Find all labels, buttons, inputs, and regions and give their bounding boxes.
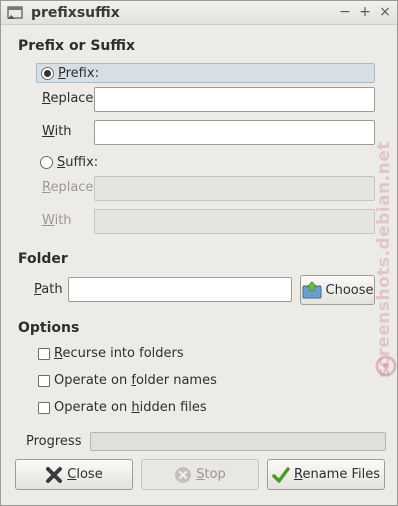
suffix-with-label-text: ith bbox=[54, 213, 72, 228]
prefixsuffix-window: prefixsuffix − + × Prefix or Suffix Pref… bbox=[0, 0, 398, 506]
window-app-icon bbox=[7, 6, 23, 24]
prefix-replace-label-text: eplace bbox=[50, 91, 94, 106]
prefix-radio-label: Prefix: bbox=[58, 65, 99, 81]
prefix-with-input[interactable] bbox=[94, 120, 375, 145]
rename-files-button[interactable]: Rename Files bbox=[267, 459, 385, 490]
stop-button-label: Stop bbox=[196, 467, 226, 482]
watermark-text: screenshots.debian.net bbox=[374, 141, 394, 378]
window-title: prefixsuffix bbox=[31, 5, 120, 21]
prefix-with-label-text: ith bbox=[54, 124, 72, 139]
close-window-button[interactable]: × bbox=[377, 4, 393, 20]
recurse-checkbox[interactable] bbox=[38, 347, 50, 360]
stop-button-label-text: top bbox=[204, 467, 226, 482]
suffix-with-input bbox=[94, 209, 375, 234]
recurse-label-text: ecurse into folders bbox=[62, 346, 184, 361]
progress-bar bbox=[90, 432, 386, 451]
close-button-label: Close bbox=[67, 467, 103, 482]
choose-button[interactable]: Choose bbox=[300, 275, 375, 305]
prefix-suffix-heading: Prefix or Suffix bbox=[18, 38, 136, 54]
close-button[interactable]: Close bbox=[15, 459, 133, 490]
maximize-button[interactable]: + bbox=[357, 4, 373, 20]
hidden-files-label: Operate on hidden files bbox=[54, 400, 207, 415]
close-icon: × bbox=[379, 4, 391, 20]
prefix-replace-label: Replace bbox=[42, 91, 94, 106]
prefix-radio-label-text: refix: bbox=[65, 65, 99, 81]
recurse-label: Recurse into folders bbox=[54, 346, 184, 361]
folder-names-checkbox[interactable] bbox=[38, 374, 50, 387]
progress-label: Progress bbox=[26, 434, 82, 449]
suffix-radio[interactable]: Suffix: bbox=[36, 152, 375, 172]
hidden-files-checkbox[interactable] bbox=[38, 401, 50, 414]
folder-names-label: Operate on folder names bbox=[54, 373, 217, 388]
stop-icon bbox=[174, 466, 192, 484]
rename-files-button-label: Rename Files bbox=[294, 467, 380, 482]
suffix-radio-label-text: uffix: bbox=[65, 154, 99, 170]
minimize-button[interactable]: − bbox=[337, 4, 353, 20]
suffix-radio-indicator[interactable] bbox=[40, 155, 53, 169]
folder-open-icon bbox=[302, 281, 322, 299]
stop-button: Stop bbox=[141, 459, 259, 490]
title-bar[interactable]: prefixsuffix − + × bbox=[1, 1, 397, 25]
prefix-radio[interactable]: Prefix: bbox=[36, 63, 375, 83]
suffix-with-label: With bbox=[42, 213, 72, 228]
path-label: Path bbox=[34, 282, 63, 297]
prefix-with-label: With bbox=[42, 124, 72, 139]
suffix-replace-label-text: eplace bbox=[50, 180, 94, 195]
prefix-replace-input[interactable] bbox=[94, 87, 375, 112]
prefix-radio-indicator[interactable] bbox=[41, 66, 54, 80]
debian-swirl-icon bbox=[374, 354, 398, 382]
path-input[interactable] bbox=[68, 277, 292, 302]
rename-files-button-label-text: ename Files bbox=[302, 467, 380, 482]
suffix-replace-label: Replace bbox=[42, 180, 94, 195]
minimize-icon: − bbox=[339, 4, 351, 20]
hidden-files-checkbox-row[interactable]: Operate on hidden files bbox=[38, 400, 207, 415]
close-x-icon bbox=[45, 466, 63, 484]
options-heading: Options bbox=[18, 320, 80, 336]
recurse-checkbox-row[interactable]: Recurse into folders bbox=[38, 346, 184, 361]
maximize-icon: + bbox=[359, 4, 371, 20]
suffix-radio-label: Suffix: bbox=[57, 154, 99, 170]
suffix-replace-input bbox=[94, 176, 375, 201]
watermark: screenshots.debian.net bbox=[371, 141, 398, 381]
folder-heading: Folder bbox=[18, 251, 68, 267]
path-label-text: ath bbox=[41, 282, 63, 297]
choose-button-label: Choose bbox=[325, 282, 374, 298]
close-button-label-text: lose bbox=[76, 467, 103, 482]
folder-names-checkbox-row[interactable]: Operate on folder names bbox=[38, 373, 217, 388]
checkmark-icon bbox=[272, 466, 290, 484]
